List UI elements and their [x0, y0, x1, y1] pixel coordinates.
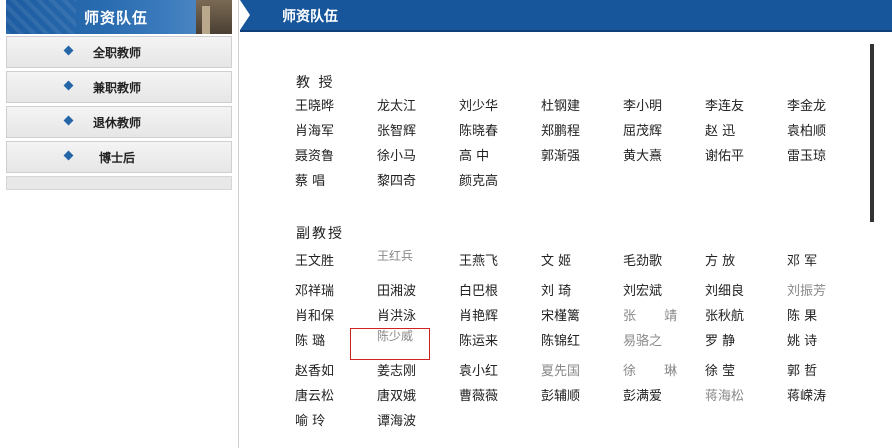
header-pattern	[6, 0, 76, 34]
teacher-name-link[interactable]: 毛劲歌	[623, 249, 705, 274]
teacher-name-link[interactable]: 方 放	[705, 249, 787, 274]
teacher-name-link[interactable]: 雷玉琼	[787, 144, 869, 169]
teacher-name-link[interactable]: 蒋海松	[705, 384, 787, 409]
teacher-name-link[interactable]: 肖洪泳	[377, 304, 459, 329]
header-arrow-icon	[240, 0, 250, 30]
diamond-bullet-icon	[63, 80, 74, 91]
diamond-bullet-icon	[63, 150, 74, 161]
teacher-name-link[interactable]: 张 靖	[623, 304, 705, 329]
teacher-name-link[interactable]: 肖海军	[295, 119, 377, 144]
teacher-name-link[interactable]: 宋槿篱	[541, 304, 623, 329]
teacher-name-link[interactable]: 易骆之	[623, 329, 705, 354]
teacher-name-link[interactable]: 郭 哲	[787, 359, 869, 384]
teacher-name-link[interactable]: 姚 诗	[787, 329, 869, 354]
teacher-name-link[interactable]: 黎四奇	[377, 169, 459, 194]
sidebar-menu: 全职教师 兼职教师 退休教师 博士后	[6, 36, 232, 190]
sidebar-item-retired[interactable]: 退休教师	[6, 106, 232, 138]
teacher-name-link[interactable]: 徐小马	[377, 144, 459, 169]
teacher-name-link[interactable]: 陈少威	[350, 328, 430, 360]
teacher-name-link[interactable]: 白巴根	[459, 279, 541, 304]
teacher-name-link[interactable]: 罗 静	[705, 329, 787, 354]
teacher-name-link[interactable]: 郑鹏程	[541, 119, 623, 144]
teacher-name-link[interactable]: 曹薇薇	[459, 384, 541, 409]
teacher-name-link[interactable]: 唐双娥	[377, 384, 459, 409]
teacher-name-link[interactable]: 袁小红	[459, 359, 541, 384]
teacher-name-link[interactable]: 肖和保	[295, 304, 377, 329]
teacher-name-link[interactable]: 邓 军	[787, 249, 869, 274]
teacher-name-link[interactable]: 彭满爱	[623, 384, 705, 409]
sidebar-item-postdoc[interactable]: 博士后	[6, 141, 232, 173]
teacher-name-link[interactable]: 李金龙	[787, 94, 869, 119]
teacher-name-link[interactable]: 喻 玲	[295, 409, 377, 434]
teacher-name-link[interactable]: 刘少华	[459, 94, 541, 119]
teacher-name-link[interactable]: 颜克高	[459, 169, 541, 194]
section-title-professor: 教 授	[296, 75, 335, 91]
teacher-name-link[interactable]: 刘细良	[705, 279, 787, 304]
sidebar-footer-bar	[6, 176, 232, 190]
sidebar-item-fulltime[interactable]: 全职教师	[6, 36, 232, 68]
teacher-name-link[interactable]: 郭渐强	[541, 144, 623, 169]
teacher-name-link[interactable]: 王晓晔	[295, 94, 377, 119]
teacher-name-link[interactable]: 彭辅顺	[541, 384, 623, 409]
sidebar-item-label[interactable]: 兼职教师	[93, 79, 141, 96]
main-header: 师资队伍	[240, 0, 892, 32]
teacher-name-link[interactable]: 谭海波	[377, 409, 459, 434]
teacher-name-link[interactable]: 赵 迅	[705, 119, 787, 144]
teacher-name-link[interactable]: 杜钢建	[541, 94, 623, 119]
teacher-name-link[interactable]: 陈锦红	[541, 329, 623, 354]
main-content: 教 授 王晓晔 龙太江 刘少华 杜钢建 李小明 李连友 李金龙 肖海军 张智辉 陈晓春 郑鹏程 屈茂辉…	[240, 32, 880, 448]
teacher-name-link[interactable]: 黄大熹	[623, 144, 705, 169]
teacher-name-link[interactable]: 聂资鲁	[295, 144, 377, 169]
teacher-name-link[interactable]: 龙太江	[377, 94, 459, 119]
teacher-name-link[interactable]: 高 中	[459, 144, 541, 169]
teacher-name-link[interactable]: 田湘波	[377, 279, 459, 304]
teacher-name-link[interactable]: 王燕飞	[459, 249, 541, 274]
page-title: 师资队伍	[282, 9, 338, 25]
teacher-name-link[interactable]: 肖艳辉	[459, 304, 541, 329]
teacher-name-link[interactable]: 刘宏斌	[623, 279, 705, 304]
teacher-name-link[interactable]: 王文胜	[295, 249, 377, 274]
teacher-name-link[interactable]: 蒋嵘涛	[787, 384, 869, 409]
teacher-name-link[interactable]: 夏先国	[541, 359, 623, 384]
teacher-name-link[interactable]: 刘 琦	[541, 279, 623, 304]
sidebar-title: 师资队伍	[84, 9, 149, 27]
section-title-associate: 副教授	[296, 226, 344, 242]
diamond-bullet-icon	[63, 45, 74, 56]
teacher-name-link[interactable]: 刘振芳	[787, 279, 869, 304]
teacher-name-link[interactable]: 袁柏顺	[787, 119, 869, 144]
teacher-name-link[interactable]: 陈运来	[459, 329, 541, 354]
teacher-name-link[interactable]: 陈 果	[787, 304, 869, 329]
teacher-name-link[interactable]: 文 姬	[541, 249, 623, 274]
professor-list: 王晓晔 龙太江 刘少华 杜钢建 李小明 李连友 李金龙 肖海军 张智辉 陈晓春 郑鹏程 屈茂辉赵 迅袁…	[295, 94, 855, 194]
sidebar-item-parttime[interactable]: 兼职教师	[6, 71, 232, 103]
sidebar-item-label[interactable]: 全职教师	[93, 44, 141, 61]
teacher-name-link[interactable]: 屈茂辉	[623, 119, 705, 144]
diamond-bullet-icon	[63, 115, 74, 126]
teacher-name-link[interactable]: 徐 莹	[705, 359, 787, 384]
building-image	[196, 0, 232, 34]
teacher-name-link[interactable]: 姜志刚	[377, 359, 459, 384]
teacher-name-link[interactable]: 徐 琳	[623, 359, 705, 384]
teacher-name-link[interactable]: 张智辉	[377, 119, 459, 144]
teacher-name-link[interactable]: 邓祥瑞	[295, 279, 377, 304]
sidebar-header: 师资队伍	[6, 0, 232, 34]
teacher-name-link[interactable]: 李小明	[623, 94, 705, 119]
teacher-name-link[interactable]: 蔡 唱	[295, 169, 377, 194]
sidebar-item-label[interactable]: 退休教师	[93, 114, 141, 131]
teacher-name-link[interactable]: 张秋航	[705, 304, 787, 329]
sidebar-item-label[interactable]: 博士后	[99, 149, 135, 166]
teacher-name-link[interactable]: 王红兵	[377, 249, 459, 279]
teacher-name-link[interactable]: 陈晓春	[459, 119, 541, 144]
sidebar: 师资队伍 全职教师 兼职教师 退休教师 博士后	[0, 0, 239, 448]
scrollbar[interactable]	[870, 44, 874, 222]
teacher-name-link[interactable]: 谢佑平	[705, 144, 787, 169]
associate-professor-list: 王文胜 王红兵 王燕飞文 姬毛劲歌方 放邓 军邓祥瑞 田湘波 白巴根刘 琦刘宏斌 刘细良刘…	[295, 249, 855, 434]
teacher-name-link[interactable]: 赵香如	[295, 359, 377, 384]
teacher-name-link[interactable]: 唐云松	[295, 384, 377, 409]
teacher-name-link[interactable]: 李连友	[705, 94, 787, 119]
